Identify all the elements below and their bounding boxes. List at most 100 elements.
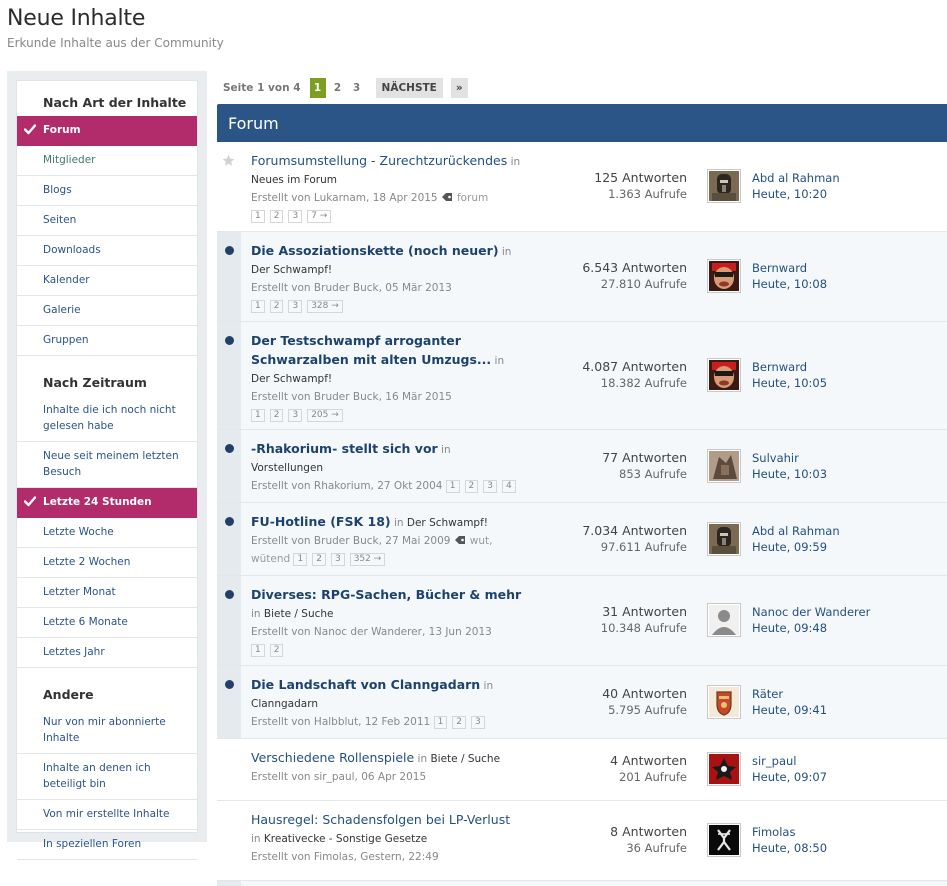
- forum-link[interactable]: Neues im Forum: [251, 174, 337, 186]
- topic-page-link[interactable]: 1: [293, 553, 308, 566]
- page-button-3[interactable]: 3: [349, 78, 365, 98]
- last-post-user[interactable]: Abd al Rahman: [752, 523, 840, 539]
- last-post-time[interactable]: Heute, 09:48: [752, 620, 870, 636]
- topic-page-link[interactable]: 7 →: [307, 210, 332, 223]
- avatar[interactable]: [707, 684, 741, 719]
- last-post-time[interactable]: Heute, 09:59: [752, 539, 840, 555]
- last-post-time[interactable]: Heute, 09:07: [752, 769, 827, 785]
- topic-page-link[interactable]: 2: [269, 409, 284, 422]
- sidebar-item[interactable]: Blogs: [17, 176, 197, 206]
- sidebar-item[interactable]: Von mir erstellte Inhalte: [17, 800, 197, 830]
- view-count: 10.348 Aufrufe: [600, 621, 687, 635]
- forum-link[interactable]: Kreativecke - Sonstige Gesetze: [264, 833, 427, 845]
- topic-page-link[interactable]: 2: [452, 716, 467, 729]
- sidebar-item[interactable]: Letzte 6 Monate: [17, 608, 197, 638]
- forum-link[interactable]: Der Schwampf!: [251, 264, 332, 276]
- forum-link[interactable]: Der Schwampf!: [407, 517, 488, 529]
- last-post-user[interactable]: Abd al Rahman: [752, 170, 840, 186]
- forum-link[interactable]: Vorstellungen: [251, 462, 323, 474]
- topic-page-link[interactable]: 2: [464, 480, 479, 493]
- page-button-1[interactable]: 1: [309, 78, 326, 98]
- avatar[interactable]: [707, 823, 741, 857]
- forum-link[interactable]: Biete / Suche: [430, 753, 500, 765]
- last-post-user[interactable]: Räter: [752, 686, 827, 702]
- forum-link[interactable]: Biete / Suche: [264, 608, 334, 620]
- sidebar-item[interactable]: Letzter Monat: [17, 578, 197, 608]
- last-post-time[interactable]: Heute, 09:41: [752, 702, 827, 718]
- avatar[interactable]: [707, 521, 741, 556]
- topic-row: Hausregel: Schadensfolgen bei LP-Verlust…: [217, 801, 947, 881]
- topic-page-link[interactable]: 1: [445, 480, 460, 493]
- avatar[interactable]: [707, 259, 741, 293]
- next-page-button[interactable]: NÄCHSTE: [375, 78, 443, 98]
- sidebar-item[interactable]: Kalender: [17, 266, 197, 296]
- topic-page-link[interactable]: 2: [269, 300, 284, 313]
- topic-page-link[interactable]: 3: [330, 553, 345, 566]
- sidebar-item[interactable]: In speziellen Foren: [17, 830, 197, 860]
- topic-title-link[interactable]: -Rhakorium- stellt sich vor: [251, 441, 438, 456]
- sidebar-item[interactable]: Neue seit meinem letzten Besuch: [17, 442, 197, 488]
- sidebar-item[interactable]: Downloads: [17, 236, 197, 266]
- topic-page-link[interactable]: 2: [269, 210, 284, 223]
- topic-title-link[interactable]: FU-Hotline (FSK 18): [251, 514, 391, 529]
- avatar[interactable]: [707, 448, 741, 483]
- sidebar-item[interactable]: Letzte 24 Stunden: [17, 488, 197, 518]
- sidebar-item-label: Letzte 24 Stunden: [43, 496, 152, 508]
- topic-stats: 6.543 Antworten 27.810 Aufrufe: [582, 260, 687, 292]
- topic-title-link[interactable]: Der Testschwampf arroganter Schwarzalben…: [251, 333, 491, 367]
- forum-link[interactable]: Clanngadarn: [251, 698, 318, 710]
- sidebar-item[interactable]: Inhalte die ich noch nicht gelesen habe: [17, 396, 197, 442]
- topic-page-link[interactable]: 1: [251, 644, 265, 657]
- topic-page-link[interactable]: 1: [251, 300, 265, 313]
- topic-page-link[interactable]: 2: [312, 553, 326, 566]
- topic-page-link[interactable]: 2: [269, 644, 284, 657]
- topic-page-link[interactable]: 3: [288, 210, 303, 223]
- topic-page-link[interactable]: 352 →: [349, 553, 386, 566]
- last-page-button[interactable]: »: [450, 78, 468, 98]
- topic-page-link[interactable]: 328 →: [307, 300, 343, 313]
- last-post-user[interactable]: Sulvahir: [752, 450, 827, 466]
- last-post-time[interactable]: Heute, 10:20: [752, 186, 840, 202]
- topic-page-link[interactable]: 3: [288, 409, 303, 422]
- sidebar-item[interactable]: Nur von mir abonnierte Inhalte: [17, 708, 197, 754]
- topic-tags[interactable]: forum: [457, 192, 488, 204]
- topic-title-link[interactable]: Diverses: RPG-Sachen, Bücher & mehr: [251, 587, 521, 602]
- sidebar-item[interactable]: Letztes Jahr: [17, 638, 197, 668]
- topic-page-link[interactable]: 3: [288, 300, 303, 313]
- last-post-time[interactable]: Heute, 10:08: [752, 276, 827, 292]
- last-post-user[interactable]: Nanoc der Wanderer: [752, 604, 870, 620]
- topic-page-link[interactable]: 1: [251, 409, 265, 422]
- sidebar-item[interactable]: Galerie: [17, 296, 197, 326]
- avatar[interactable]: [707, 752, 741, 786]
- topic-page-link[interactable]: 1: [433, 716, 448, 729]
- topic-page-link[interactable]: 1: [251, 210, 265, 223]
- last-post-user[interactable]: sir_paul: [752, 753, 827, 769]
- last-post-user[interactable]: Bernward: [752, 260, 827, 276]
- avatar[interactable]: [707, 169, 741, 203]
- sidebar-item[interactable]: Inhalte an denen ich beteiligt bin: [17, 754, 197, 800]
- avatar[interactable]: [707, 358, 741, 392]
- sidebar-item[interactable]: Mitglieder: [17, 146, 197, 176]
- last-post-time[interactable]: Heute, 10:05: [752, 375, 827, 391]
- sidebar-item[interactable]: Forum: [17, 116, 197, 146]
- last-post-user[interactable]: Fimolas: [752, 824, 827, 840]
- topic-page-link[interactable]: 4: [502, 480, 516, 493]
- topic-title-link[interactable]: Die Assoziationskette (noch neuer): [251, 243, 499, 258]
- sidebar-item[interactable]: Gruppen: [17, 326, 197, 356]
- sidebar-item[interactable]: Seiten: [17, 206, 197, 236]
- last-post-time[interactable]: Heute, 10:03: [752, 466, 827, 482]
- topic-title-link[interactable]: Hausregel: Schadensfolgen bei LP-Verlust: [251, 812, 510, 827]
- topic-title-link[interactable]: Forumsumstellung - Zurechtzurückendes: [251, 153, 507, 168]
- page-button-2[interactable]: 2: [330, 78, 346, 98]
- topic-page-link[interactable]: 3: [483, 480, 497, 493]
- avatar[interactable]: [707, 603, 741, 637]
- topic-page-link[interactable]: 205 →: [307, 409, 343, 422]
- topic-title-link[interactable]: Verschiedene Rollenspiele: [251, 750, 414, 765]
- topic-title-link[interactable]: Die Landschaft von Clanngadarn: [251, 677, 480, 692]
- sidebar-item[interactable]: Letzte Woche: [17, 518, 197, 548]
- sidebar-item[interactable]: Letzte 2 Wochen: [17, 548, 197, 578]
- forum-link[interactable]: Der Schwampf!: [251, 373, 332, 385]
- topic-page-link[interactable]: 3: [471, 716, 485, 729]
- last-post-user[interactable]: Bernward: [752, 359, 827, 375]
- last-post-time[interactable]: Heute, 08:50: [752, 840, 827, 856]
